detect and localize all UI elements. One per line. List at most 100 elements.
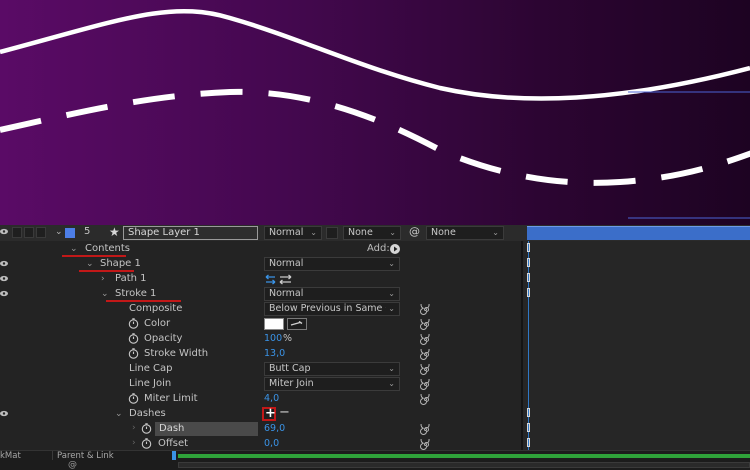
composition-canvas bbox=[0, 8, 750, 219]
parent-dropdown[interactable]: None ⌄ bbox=[426, 226, 504, 240]
expression-spiral-icon[interactable] bbox=[420, 349, 431, 360]
chevron-down-icon: ⌄ bbox=[388, 364, 395, 373]
twirl-open-icon[interactable]: ⌄ bbox=[86, 259, 94, 269]
expression-spiral-icon[interactable] bbox=[420, 439, 431, 450]
dash-value[interactable]: 69,0 bbox=[264, 423, 285, 434]
chevron-down-icon: ⌄ bbox=[388, 289, 395, 298]
opacity-unit: % bbox=[283, 333, 293, 344]
layer-label-color[interactable] bbox=[65, 228, 75, 238]
pickwhip-icon[interactable]: @ bbox=[409, 225, 420, 238]
trkmat-value: None bbox=[348, 227, 373, 238]
layer-duration-bar[interactable] bbox=[527, 226, 750, 240]
expression-spiral-icon[interactable] bbox=[420, 364, 431, 375]
pickwhip-icon[interactable]: @ bbox=[68, 460, 77, 470]
trkmat-dropdown[interactable]: None ⌄ bbox=[343, 226, 401, 240]
visibility-eye-icon[interactable] bbox=[0, 290, 8, 297]
star-icon: ★ bbox=[109, 225, 120, 239]
stroke-mode-dropdown[interactable]: Normal ⌄ bbox=[264, 287, 400, 301]
layer-number: 5 bbox=[84, 226, 91, 237]
opacity-label: Opacity bbox=[144, 333, 183, 344]
lock-toggle[interactable] bbox=[36, 227, 46, 238]
visibility-eye-icon[interactable] bbox=[0, 228, 8, 235]
layer-mode-value: Normal bbox=[269, 227, 304, 238]
stopwatch-icon[interactable] bbox=[141, 423, 152, 434]
visibility-eye-icon[interactable] bbox=[0, 275, 8, 282]
line-cap-dropdown[interactable]: Butt Cap ⌄ bbox=[264, 362, 400, 376]
miter-limit-row[interactable]: Miter Limit 4,0 bbox=[0, 392, 750, 407]
composite-dropdown[interactable]: Below Previous in Same G ⌄ bbox=[264, 302, 400, 316]
stroke-width-value[interactable]: 13,0 bbox=[264, 348, 285, 359]
keyframe-bracket bbox=[527, 423, 530, 432]
add-play-icon[interactable] bbox=[390, 244, 400, 254]
eyedropper-icon bbox=[290, 320, 303, 326]
zoom-slider-track[interactable] bbox=[178, 462, 750, 468]
opacity-row[interactable]: Opacity 100 % bbox=[0, 332, 750, 347]
stopwatch-icon[interactable] bbox=[128, 333, 139, 344]
dashes-row[interactable]: ⌄ Dashes + − bbox=[0, 405, 750, 422]
opacity-value[interactable]: 100 bbox=[264, 333, 282, 344]
twirl-closed-icon[interactable]: › bbox=[101, 274, 105, 284]
line-join-dropdown[interactable]: Miter Join ⌄ bbox=[264, 377, 400, 391]
path-row[interactable]: › Path 1 bbox=[0, 272, 750, 287]
layer-row[interactable]: ⌄ 5 ★ Shape Layer 1 Normal ⌄ None ⌄ @ None… bbox=[0, 225, 750, 241]
keyframe-bracket bbox=[527, 408, 530, 417]
stroke-label: Stroke 1 bbox=[115, 288, 157, 299]
layer-twirl-icon[interactable]: ⌄ bbox=[55, 227, 63, 237]
twirl-open-icon[interactable]: ⌄ bbox=[70, 244, 78, 254]
layer-name: Shape Layer 1 bbox=[128, 227, 200, 238]
twirl-open-icon[interactable]: ⌄ bbox=[101, 289, 109, 299]
composition-viewer[interactable] bbox=[0, 0, 750, 225]
line-join-label: Line Join bbox=[129, 378, 172, 389]
line-join-row[interactable]: Line Join Miter Join ⌄ bbox=[0, 377, 750, 392]
expression-spiral-icon[interactable] bbox=[420, 379, 431, 390]
audio-toggle[interactable] bbox=[12, 227, 22, 238]
eyedropper-button[interactable] bbox=[287, 318, 307, 330]
chevron-down-icon: ⌄ bbox=[388, 379, 395, 388]
add-label: Add: bbox=[367, 243, 390, 254]
stroke-mode-value: Normal bbox=[269, 288, 304, 299]
line-cap-row[interactable]: Line Cap Butt Cap ⌄ bbox=[0, 362, 750, 377]
preserve-transparency-box[interactable] bbox=[326, 227, 338, 239]
trkmat-tab[interactable]: kMat bbox=[0, 451, 21, 461]
stopwatch-icon[interactable] bbox=[128, 348, 139, 359]
path-direction-icon[interactable] bbox=[265, 274, 293, 285]
dash-row[interactable]: › Dash 69,0 bbox=[0, 422, 750, 437]
chevron-down-icon: ⌄ bbox=[492, 228, 499, 237]
dash-label-field[interactable]: Dash bbox=[155, 422, 258, 436]
expression-spiral-icon[interactable] bbox=[420, 334, 431, 345]
path-label: Path 1 bbox=[115, 273, 147, 284]
time-navigator-marker[interactable] bbox=[172, 451, 176, 460]
dashes-label: Dashes bbox=[129, 408, 166, 419]
shape-mode-dropdown[interactable]: Normal ⌄ bbox=[264, 257, 400, 271]
chevron-down-icon: ⌄ bbox=[388, 259, 395, 268]
plus-icon: + bbox=[265, 406, 276, 421]
stopwatch-icon[interactable] bbox=[141, 438, 152, 449]
keyframe-bracket bbox=[527, 258, 530, 267]
layer-name-field[interactable]: Shape Layer 1 bbox=[123, 226, 258, 240]
timeline-bottom-bar: kMat Parent & Link @ bbox=[0, 450, 750, 470]
offset-twirl-dot: › bbox=[132, 438, 136, 448]
solo-toggle[interactable] bbox=[24, 227, 34, 238]
expression-spiral-icon[interactable] bbox=[420, 394, 431, 405]
stopwatch-icon[interactable] bbox=[128, 318, 139, 329]
composite-row[interactable]: Composite Below Previous in Same G ⌄ bbox=[0, 302, 750, 317]
parent-link-tab[interactable]: Parent & Link bbox=[57, 451, 114, 461]
expression-spiral-icon[interactable] bbox=[420, 424, 431, 435]
expression-spiral-icon[interactable] bbox=[420, 304, 431, 315]
chevron-down-icon: ⌄ bbox=[310, 228, 317, 237]
color-row[interactable]: Color bbox=[0, 317, 750, 332]
remove-dash-button[interactable]: − bbox=[279, 405, 290, 420]
expression-spiral-icon[interactable] bbox=[420, 319, 431, 330]
stopwatch-icon[interactable] bbox=[128, 393, 139, 404]
offset-value[interactable]: 0,0 bbox=[264, 438, 279, 449]
layer-mode-dropdown[interactable]: Normal ⌄ bbox=[264, 226, 322, 240]
twirl-open-icon[interactable]: ⌄ bbox=[115, 409, 123, 419]
add-dash-button[interactable]: + bbox=[262, 406, 276, 421]
visibility-eye-icon[interactable] bbox=[0, 260, 8, 267]
miter-limit-value[interactable]: 4,0 bbox=[264, 393, 279, 404]
work-area-bar[interactable] bbox=[178, 454, 750, 458]
visibility-eye-icon[interactable] bbox=[0, 410, 8, 417]
stroke-width-row[interactable]: Stroke Width 13,0 bbox=[0, 347, 750, 362]
dash-twirl-dot: › bbox=[132, 423, 136, 433]
color-swatch[interactable] bbox=[264, 318, 284, 330]
